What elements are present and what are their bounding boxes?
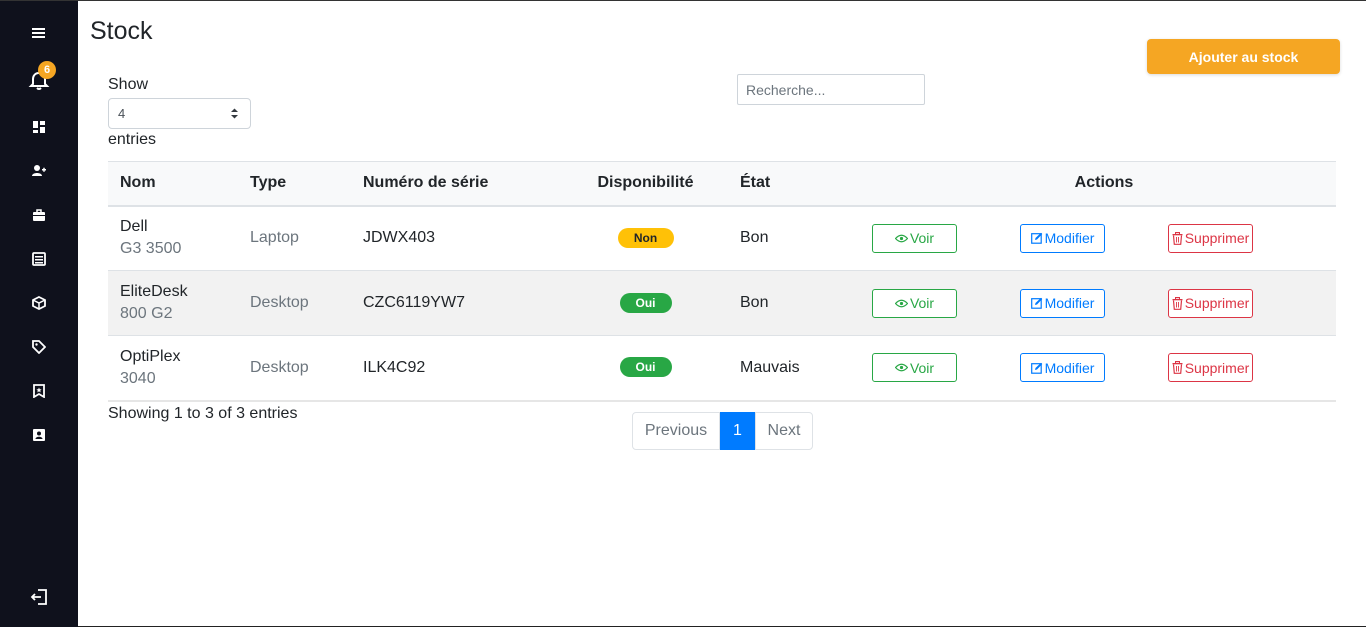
stock-table: Nom Type Numéro de série Disponibilité É… — [108, 161, 1336, 402]
edit-icon — [1030, 297, 1042, 309]
cell-state: Bon — [728, 270, 872, 336]
table-row: OptiPlex 3040 Desktop ILK4C92 Oui Mauvais… — [108, 335, 1336, 402]
cell-delete: Supprimer — [1168, 270, 1336, 336]
cell-name: EliteDesk 800 G2 — [108, 270, 238, 336]
edit-button[interactable]: Modifier — [1020, 353, 1105, 383]
cell-delete: Supprimer — [1168, 335, 1336, 402]
column-header-name[interactable]: Nom — [108, 161, 238, 207]
cell-state: Bon — [728, 205, 872, 271]
table-row: EliteDesk 800 G2 Desktop CZC6119YW7 Oui B… — [108, 270, 1336, 336]
table-info: Showing 1 to 3 of 3 entries — [108, 405, 298, 422]
cell-edit: Modifier — [1020, 270, 1168, 336]
view-button[interactable]: Voir — [872, 288, 957, 318]
availability-badge: Oui — [619, 292, 672, 313]
logout-icon[interactable] — [0, 583, 78, 611]
cell-availability: Oui — [563, 335, 728, 402]
cell-view: Voir — [872, 270, 1020, 336]
cell-type: Desktop — [238, 335, 351, 402]
contact-icon[interactable] — [0, 421, 78, 449]
delete-label: Supprimer — [1184, 359, 1250, 376]
add-user-icon[interactable] — [0, 157, 78, 185]
notification-badge: 6 — [38, 61, 56, 79]
item-model: 3040 — [120, 369, 156, 387]
cell-name: Dell G3 3500 — [108, 205, 238, 271]
edit-label: Modifier — [1044, 295, 1095, 311]
edit-label: Modifier — [1044, 230, 1095, 247]
page-1-button[interactable]: 1 — [720, 412, 755, 450]
cell-type: Desktop — [238, 270, 351, 336]
trash-icon — [1172, 361, 1183, 375]
menu-icon[interactable] — [0, 19, 78, 47]
column-header-availability[interactable]: Disponibilité — [563, 161, 728, 207]
table-header-row: Nom Type Numéro de série Disponibilité É… — [108, 161, 1336, 207]
search-input[interactable] — [737, 74, 925, 105]
select-arrows-icon — [230, 107, 239, 123]
availability-badge: Oui — [619, 357, 672, 378]
bookmark-icon[interactable] — [0, 377, 78, 405]
cell-serial: JDWX403 — [351, 205, 563, 271]
item-name: OptiPlex — [120, 347, 181, 365]
cell-delete: Supprimer — [1168, 205, 1336, 271]
item-model: G3 3500 — [120, 240, 182, 258]
item-name: Dell — [120, 218, 148, 236]
page-title: Stock — [90, 17, 153, 45]
tag-icon[interactable] — [0, 333, 78, 361]
cube-icon[interactable] — [0, 289, 78, 317]
availability-badge: Non — [617, 227, 674, 248]
cell-view: Voir — [872, 335, 1020, 402]
entries-select-value: 4 — [118, 106, 126, 121]
cell-edit: Modifier — [1020, 205, 1168, 271]
view-label: Voir — [909, 359, 935, 376]
cell-availability: Non — [563, 205, 728, 271]
trash-icon — [1172, 296, 1183, 310]
pagination: Previous 1 Next — [632, 412, 813, 450]
delete-label: Supprimer — [1184, 295, 1250, 311]
main-content: Stock Ajouter au stock Show 4 entries No… — [78, 1, 1366, 627]
delete-button[interactable]: Supprimer — [1168, 223, 1253, 253]
entries-label: entries — [108, 131, 157, 148]
edit-label: Modifier — [1044, 359, 1095, 376]
sidebar: 6 — [0, 1, 78, 627]
cell-name: OptiPlex 3040 — [108, 335, 238, 402]
edit-button[interactable]: Modifier — [1020, 288, 1105, 318]
delete-label: Supprimer — [1184, 230, 1250, 247]
briefcase-icon[interactable] — [0, 201, 78, 229]
cell-state: Mauvais — [728, 335, 872, 402]
column-header-serial[interactable]: Numéro de série — [351, 161, 563, 207]
eye-icon — [894, 234, 908, 243]
cell-view: Voir — [872, 205, 1020, 271]
next-page-button[interactable]: Next — [755, 412, 813, 450]
column-header-type[interactable]: Type — [238, 161, 351, 207]
show-label: Show — [108, 76, 149, 93]
bell-icon[interactable]: 6 — [0, 61, 78, 95]
cell-availability: Oui — [563, 270, 728, 336]
view-label: Voir — [909, 230, 935, 247]
dashboard-icon[interactable] — [0, 113, 78, 141]
view-button[interactable]: Voir — [872, 223, 957, 253]
edit-button[interactable]: Modifier — [1020, 223, 1105, 253]
add-to-stock-button[interactable]: Ajouter au stock — [1147, 39, 1340, 74]
item-name: EliteDesk — [120, 283, 188, 300]
cell-type: Laptop — [238, 205, 351, 271]
previous-page-button[interactable]: Previous — [632, 412, 720, 450]
edit-icon — [1030, 232, 1042, 245]
view-label: Voir — [909, 295, 935, 311]
column-header-actions: Actions — [872, 161, 1336, 207]
list-icon[interactable] — [0, 245, 78, 273]
trash-icon — [1172, 231, 1183, 245]
table-row: Dell G3 3500 Laptop JDWX403 Non Bon Voir … — [108, 205, 1336, 271]
cell-edit: Modifier — [1020, 335, 1168, 402]
delete-button[interactable]: Supprimer — [1168, 353, 1253, 383]
entries-select[interactable]: 4 — [108, 98, 251, 129]
edit-icon — [1030, 362, 1042, 374]
item-model: 800 G2 — [120, 305, 173, 322]
delete-button[interactable]: Supprimer — [1168, 288, 1253, 318]
cell-serial: ILK4C92 — [351, 335, 563, 402]
view-button[interactable]: Voir — [872, 353, 957, 383]
column-header-state[interactable]: État — [728, 161, 872, 207]
eye-icon — [894, 299, 908, 307]
eye-icon — [894, 363, 908, 372]
cell-serial: CZC6119YW7 — [351, 270, 563, 336]
